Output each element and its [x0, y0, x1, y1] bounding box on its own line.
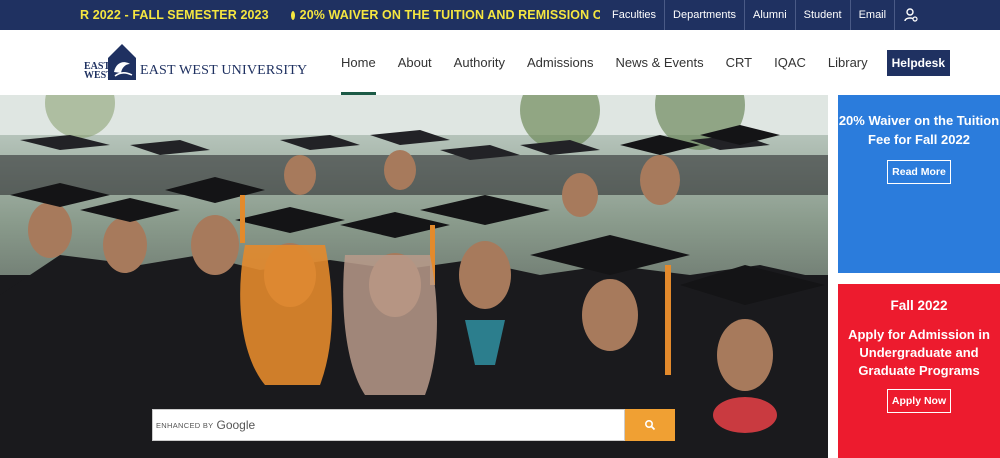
nav-crt[interactable]: CRT	[715, 30, 763, 95]
top-link-faculties[interactable]: Faculties	[604, 0, 664, 30]
nav-about[interactable]: About	[387, 30, 443, 95]
news-ticker[interactable]: R 2022 - FALL SEMESTER 2023 20% WAIVER O…	[0, 0, 600, 30]
graduates-photo	[0, 95, 828, 458]
ticker-text-1: R 2022 - FALL SEMESTER 2023	[80, 8, 269, 22]
top-link-alumni[interactable]: Alumni	[744, 0, 795, 30]
logo-university-name: EAST WEST UNIVERSITY	[140, 63, 308, 78]
nav-iqac[interactable]: IQAC	[763, 30, 817, 95]
nav-library[interactable]: Library	[817, 30, 879, 95]
waiver-title: 20% Waiver on the Tuition Fee for Fall 2…	[838, 113, 1000, 147]
site-search: ENHANCED BY Google	[152, 409, 675, 441]
nav-home[interactable]: Home	[330, 30, 387, 95]
top-link-email[interactable]: Email	[849, 0, 895, 30]
top-bar: R 2022 - FALL SEMESTER 2023 20% WAIVER O…	[0, 0, 1000, 30]
search-enhanced-by: ENHANCED BY	[156, 420, 214, 430]
ticker-bullet-icon	[290, 10, 295, 20]
search-icon	[644, 419, 656, 431]
nav-news-events[interactable]: News & Events	[604, 30, 714, 95]
apply-now-button[interactable]: Apply Now	[886, 389, 952, 413]
ticker-text-2: 20% WAIVER ON THE TUITION AND REMISSION …	[299, 8, 600, 22]
search-input[interactable]: ENHANCED BY Google	[152, 409, 625, 441]
nav-admissions[interactable]: Admissions	[516, 30, 604, 95]
read-more-button[interactable]: Read More	[887, 160, 951, 184]
nav-authority[interactable]: Authority	[443, 30, 516, 95]
search-button[interactable]	[625, 409, 675, 441]
top-link-student[interactable]: Student	[794, 0, 850, 30]
user-network-icon[interactable]	[894, 0, 924, 30]
admission-semester: Fall 2022	[890, 298, 948, 313]
admission-panel: Fall 2022 Apply for Admission in Undergr…	[838, 284, 1000, 458]
hero-banner[interactable]	[0, 95, 828, 458]
helpdesk-button[interactable]: Helpdesk	[886, 49, 950, 76]
admission-title: Apply for Admission in Undergraduate and…	[848, 327, 990, 378]
main-nav: Home About Authority Admissions News & E…	[330, 30, 950, 95]
waiver-panel: 20% Waiver on the Tuition Fee for Fall 2…	[838, 95, 1000, 273]
logo-emblem-icon	[108, 44, 136, 80]
top-links: Faculties Departments Alumni Student Ema…	[604, 0, 924, 30]
logo-mark-text: EAST WEST	[84, 61, 113, 81]
top-link-departments[interactable]: Departments	[664, 0, 744, 30]
site-header: EAST WEST EAST WEST UNIVERSITY Home Abou…	[0, 30, 1000, 95]
university-logo[interactable]: EAST WEST EAST WEST UNIVERSITY	[84, 42, 308, 81]
search-google-label: Google	[216, 418, 256, 432]
